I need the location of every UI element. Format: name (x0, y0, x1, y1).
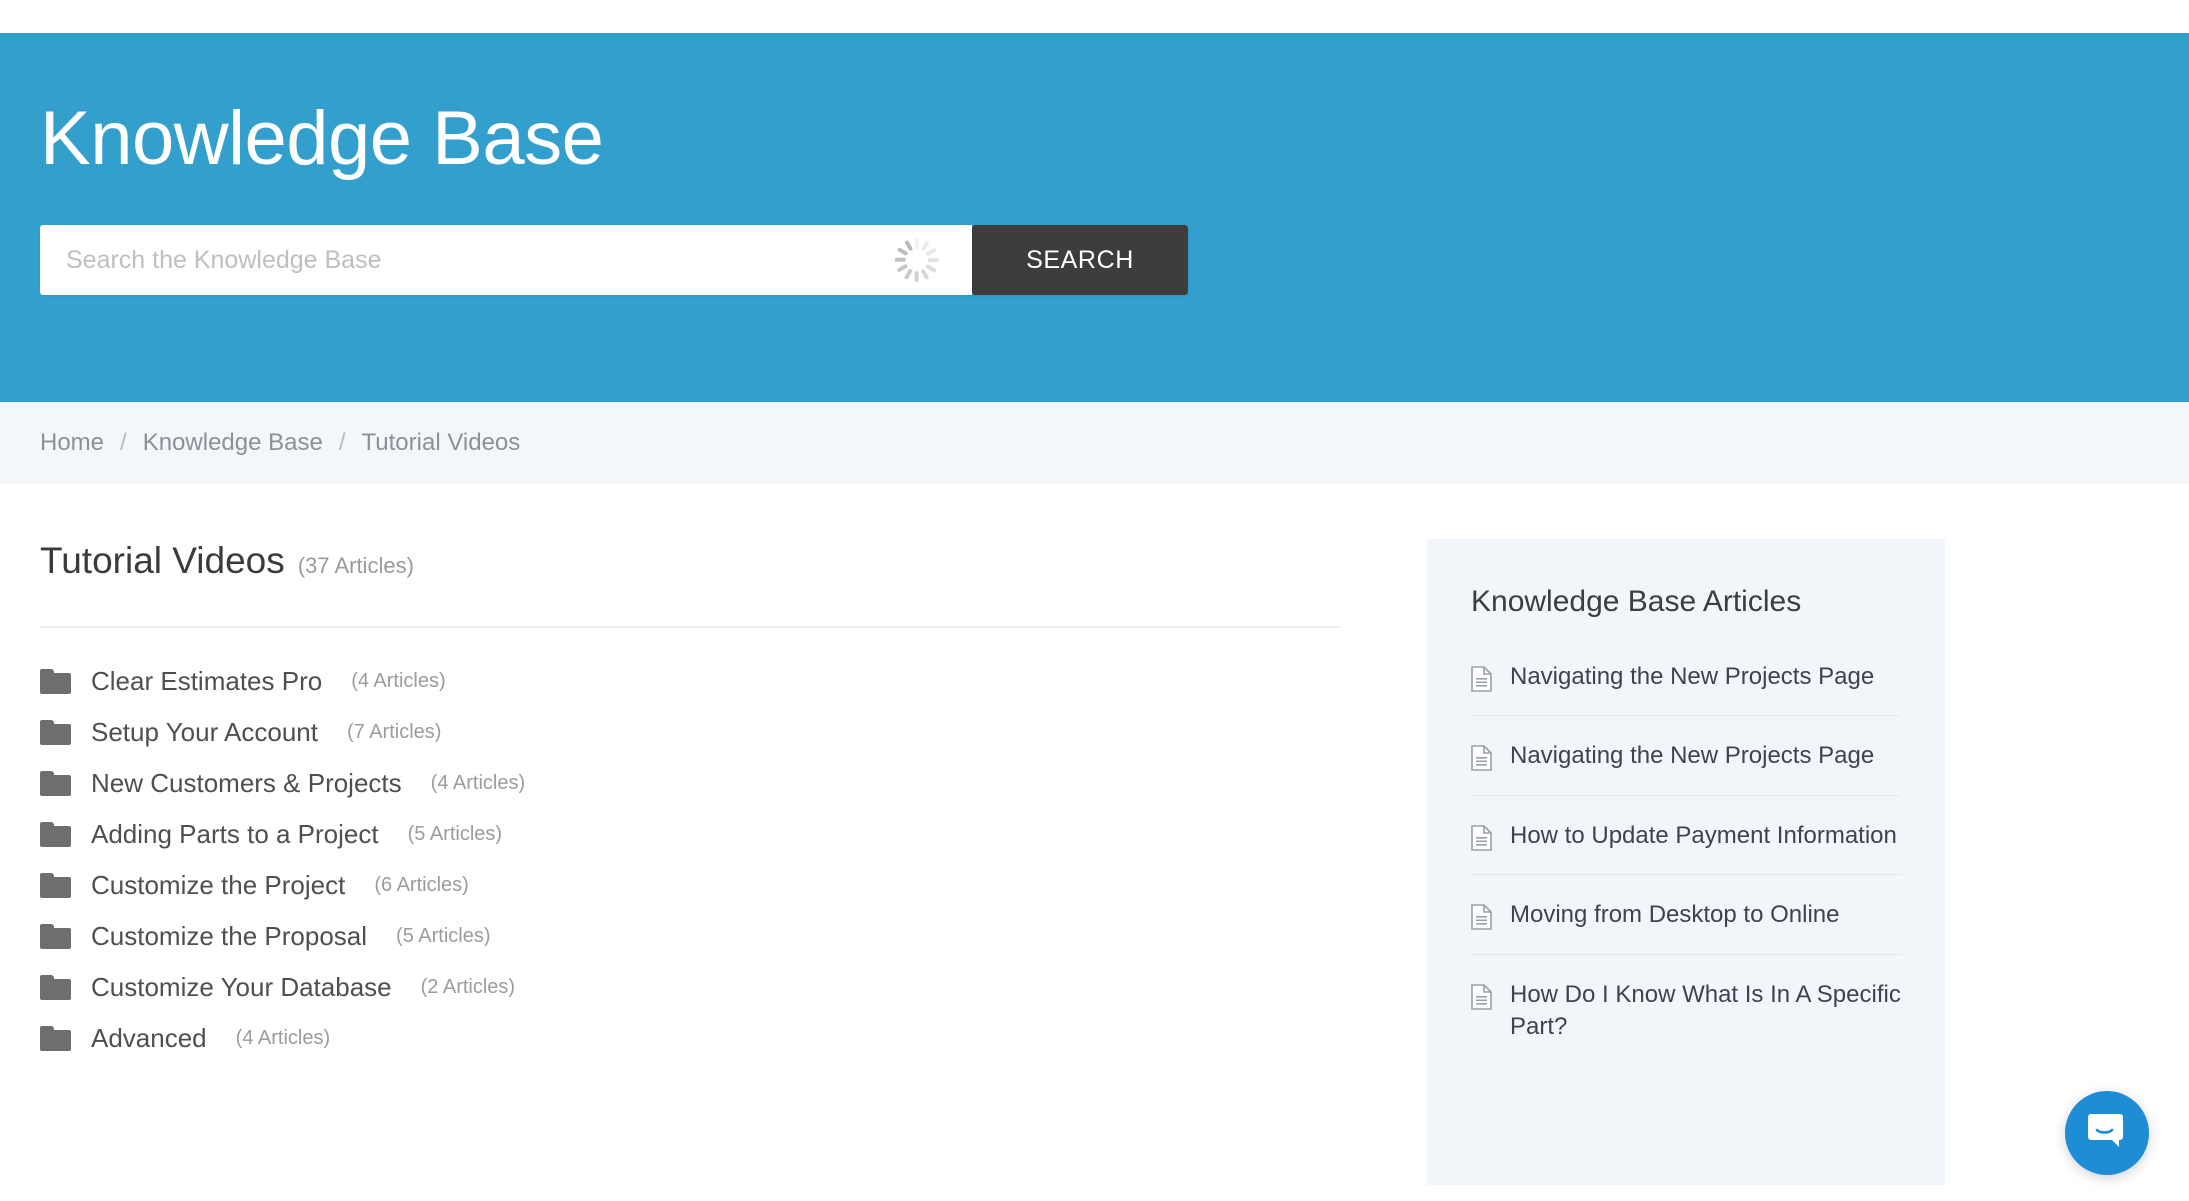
list-item[interactable]: Moving from Desktop to Online (1471, 875, 1901, 955)
folder-article-count: (4 Articles) (235, 1027, 331, 1049)
article-link[interactable]: Moving from Desktop to Online (1510, 899, 1839, 931)
search-input[interactable] (64, 225, 894, 295)
document-icon (1471, 666, 1492, 692)
section-article-count: (37 Articles) (297, 553, 414, 578)
breadcrumb-separator: / (338, 429, 346, 456)
document-icon (1471, 824, 1492, 851)
folder-icon (40, 975, 71, 1000)
folder-link[interactable]: Adding Parts to a Project (91, 819, 379, 850)
sidebar: Knowledge Base Articles Navigating the N… (1427, 539, 1945, 1185)
document-icon (1471, 983, 1492, 1010)
article-link[interactable]: How to Update Payment Information (1510, 820, 1897, 852)
top-white-strip (0, 0, 2189, 33)
folder-icon (40, 669, 71, 694)
folder-article-count: (5 Articles) (396, 925, 491, 947)
list-item[interactable]: Customize the Proposal (5 Articles) (40, 911, 1390, 962)
list-item[interactable]: Navigating the New Projects Page (1471, 637, 1901, 717)
folder-list: Clear Estimates Pro (4 Articles) Setup Y… (40, 628, 1390, 1064)
folder-link[interactable]: Customize the Proposal (91, 921, 367, 952)
list-item[interactable]: Clear Estimates Pro (4 Articles) (40, 656, 1390, 707)
list-item[interactable]: Customize the Project (6 Articles) (40, 860, 1390, 911)
document-icon (1471, 904, 1492, 930)
article-link[interactable]: Navigating the New Projects Page (1510, 740, 1874, 772)
list-item[interactable]: Advanced (4 Articles) (40, 1013, 1390, 1064)
loading-spinner-icon (894, 237, 940, 283)
folder-link[interactable]: Advanced (91, 1023, 207, 1054)
folder-icon (40, 873, 71, 898)
list-item[interactable]: Navigating the New Projects Page (1471, 716, 1901, 796)
list-item[interactable]: How to Update Payment Information (1471, 796, 1901, 876)
section-title: Tutorial Videos (40, 540, 285, 581)
folder-article-count: (5 Articles) (407, 823, 503, 845)
list-item[interactable]: Setup Your Account (7 Articles) (40, 707, 1390, 758)
breadcrumb-item-home[interactable]: Home (40, 429, 104, 457)
folder-icon (40, 924, 71, 949)
folder-link[interactable]: Setup Your Account (91, 717, 318, 748)
folder-article-count: (4 Articles) (351, 670, 446, 692)
folder-icon (40, 1026, 71, 1051)
folder-icon (40, 720, 71, 745)
article-link[interactable]: How Do I Know What Is In A Specific Part… (1510, 979, 1901, 1044)
document-icon (1471, 745, 1492, 772)
list-item[interactable]: Adding Parts to a Project (5 Articles) (40, 809, 1390, 860)
section-header: Tutorial Videos (37 Articles) (40, 540, 1390, 582)
breadcrumb-separator: / (120, 429, 127, 456)
breadcrumb: Home / Knowledge Base / Tutorial Videos (0, 402, 2189, 484)
search-bar: SEARCH (40, 225, 1188, 295)
list-item[interactable]: New Customers & Projects (4 Articles) (40, 758, 1390, 809)
page-header: Knowledge Base SEARCH (0, 33, 2189, 402)
page-title: Knowledge Base (40, 96, 604, 181)
folder-article-count: (6 Articles) (374, 874, 469, 896)
folder-article-count: (2 Articles) (420, 976, 516, 998)
folder-link[interactable]: Customize the Project (91, 870, 345, 901)
list-item[interactable]: Customize Your Database (2 Articles) (40, 962, 1390, 1013)
main-content: Tutorial Videos (37 Articles) Clear Esti… (40, 484, 1390, 1064)
folder-link[interactable]: Customize Your Database (91, 972, 392, 1003)
folder-article-count: (4 Articles) (430, 772, 526, 794)
sidebar-article-list: Navigating the New Projects Page Navigat… (1471, 637, 1901, 1065)
search-button[interactable]: SEARCH (972, 225, 1188, 295)
breadcrumb-item-knowledge-base[interactable]: Knowledge Base (143, 429, 323, 457)
messenger-launcher-button[interactable] (2065, 1091, 2149, 1175)
search-field-wrapper (40, 225, 972, 295)
article-link[interactable]: Navigating the New Projects Page (1510, 661, 1874, 693)
chat-bubble-smile-icon (2087, 1112, 2127, 1155)
breadcrumb-item-tutorial-videos: Tutorial Videos (361, 429, 521, 456)
folder-link[interactable]: New Customers & Projects (91, 768, 402, 799)
sidebar-title: Knowledge Base Articles (1471, 585, 1802, 618)
page-body: Tutorial Videos (37 Articles) Clear Esti… (0, 484, 2189, 1185)
folder-article-count: (7 Articles) (346, 721, 442, 743)
folder-icon (40, 822, 71, 847)
folder-link[interactable]: Clear Estimates Pro (91, 666, 322, 697)
folder-icon (40, 771, 71, 796)
list-item[interactable]: How Do I Know What Is In A Specific Part… (1471, 955, 1901, 1066)
